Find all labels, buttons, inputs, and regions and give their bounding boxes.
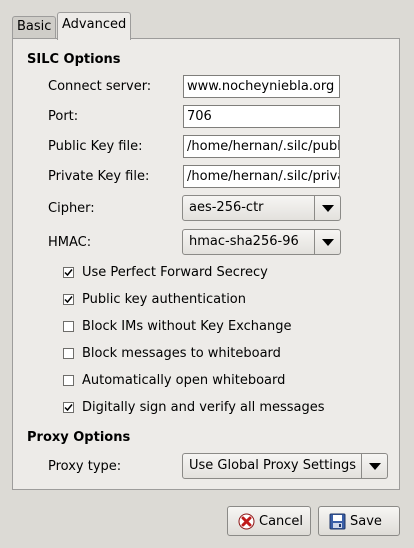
checkbox-public-key-auth[interactable]: [63, 294, 74, 305]
cipher-select[interactable]: aes-256-ctr: [182, 195, 341, 221]
checkbox-block-ims[interactable]: [63, 321, 74, 332]
cancel-label: Cancel: [259, 514, 304, 529]
cancel-icon: [238, 513, 255, 530]
checkbox-block-whiteboard[interactable]: [63, 348, 74, 359]
checkbox-label-auto-open-whiteboard: Automatically open whiteboard: [82, 373, 286, 388]
port-input[interactable]: 706: [183, 105, 340, 128]
silc-options-title: SILC Options: [27, 52, 121, 67]
chevron-down-icon: [361, 454, 387, 478]
save-button[interactable]: Save: [318, 506, 400, 536]
hmac-value: hmac-sha256-96: [189, 234, 299, 249]
private-key-label: Private Key file:: [48, 169, 150, 184]
checkbox-pfs[interactable]: [63, 267, 74, 278]
checkbox-sign-verify[interactable]: [63, 402, 74, 413]
chevron-down-icon: [314, 230, 340, 254]
cancel-button[interactable]: Cancel: [227, 506, 311, 536]
public-key-input[interactable]: /home/hernan/.silc/public_key.pub: [183, 135, 340, 158]
checkbox-label-pfs: Use Perfect Forward Secrecy: [82, 265, 268, 280]
checkbox-label-sign-verify: Digitally sign and verify all messages: [82, 400, 325, 415]
proxy-type-label: Proxy type:: [48, 459, 122, 474]
checkbox-label-block-ims: Block IMs without Key Exchange: [82, 319, 292, 334]
checkmark-icon: [64, 269, 73, 277]
checkmark-icon: [64, 404, 73, 412]
proxy-type-select[interactable]: Use Global Proxy Settings: [182, 453, 388, 479]
private-key-input[interactable]: /home/hernan/.silc/private_key.prv: [183, 165, 340, 188]
checkbox-auto-open-whiteboard[interactable]: [63, 375, 74, 386]
tab-advanced[interactable]: Advanced: [57, 12, 132, 42]
cipher-label: Cipher:: [48, 201, 95, 216]
tab-basic[interactable]: Basic: [12, 16, 57, 38]
port-label: Port:: [48, 109, 79, 124]
hmac-label: HMAC:: [48, 235, 92, 250]
advanced-panel: SILC Options Connect server: www.nocheyn…: [12, 38, 400, 490]
cipher-value: aes-256-ctr: [189, 200, 264, 215]
proxy-type-value: Use Global Proxy Settings: [189, 458, 357, 473]
checkbox-label-block-whiteboard: Block messages to whiteboard: [82, 346, 281, 361]
save-icon: [329, 513, 346, 530]
tab-advanced-label: Advanced: [62, 17, 127, 32]
save-label: Save: [350, 514, 382, 529]
hmac-select[interactable]: hmac-sha256-96: [182, 229, 341, 255]
connect-server-label: Connect server:: [48, 79, 152, 94]
proxy-options-title: Proxy Options: [27, 430, 131, 445]
tab-basic-label: Basic: [17, 19, 52, 34]
connect-server-input[interactable]: www.nocheyniebla.org: [183, 75, 340, 98]
checkbox-label-public-key-auth: Public key authentication: [82, 292, 246, 307]
public-key-label: Public Key file:: [48, 139, 143, 154]
checkmark-icon: [64, 296, 73, 304]
chevron-down-icon: [314, 196, 340, 220]
